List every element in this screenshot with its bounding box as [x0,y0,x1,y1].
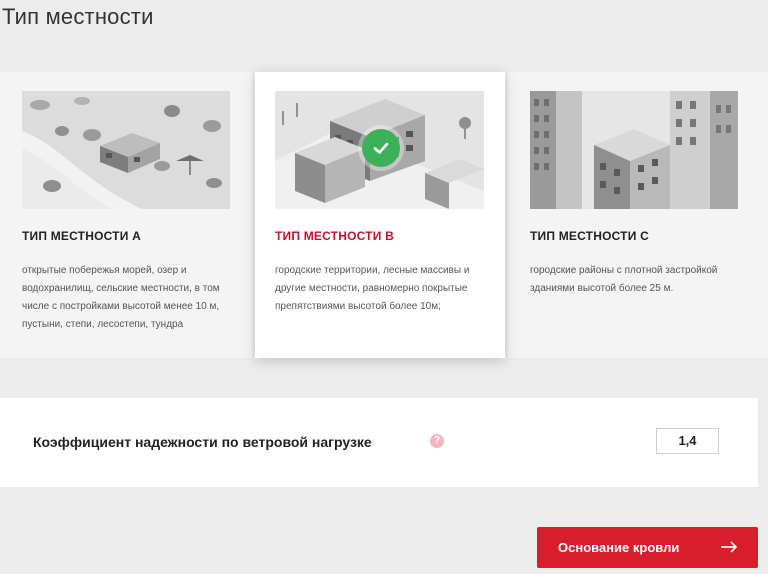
terrain-card-a[interactable]: ТИП МЕСТНОСТИ А открытые побережья морей… [0,72,252,358]
terrain-description-b: городские территории, лесные массивы и д… [275,265,470,312]
coefficient-label: Коэффициент надежности по ветровой нагру… [33,434,372,450]
help-icon[interactable]: ? [430,434,444,448]
terrain-heading-a: ТИП МЕСТНОСТИ А [22,229,141,243]
coastal-landscape-illustration [22,91,230,209]
terrain-description-a: открытые побережья морей, озер и водохра… [22,265,220,330]
next-step-label: Основание кровли [558,540,680,555]
terrain-heading-b: ТИП МЕСТНОСТИ В [275,229,394,243]
arrow-right-icon [720,538,738,556]
highrise-buildings-illustration [530,91,738,209]
terrain-card-b[interactable]: ТИП МЕСТНОСТИ В городские территории, ле… [255,72,505,358]
page-title: Тип местности [2,4,154,29]
terrain-options: ТИП МЕСТНОСТИ А открытые побережья морей… [0,72,768,358]
next-step-button[interactable]: Основание кровли [537,527,758,568]
terrain-heading-c: ТИП МЕСТНОСТИ С [530,229,649,243]
coefficient-value-field[interactable]: 1,4 [656,428,719,454]
page: Тип местности ТИП МЕСТНОСТИ А открытые п… [0,0,768,574]
terrain-card-c[interactable]: ТИП МЕСТНОСТИ С городские районы с плотн… [508,72,768,358]
selected-check-icon [362,129,400,167]
coefficient-panel: Коэффициент надежности по ветровой нагру… [0,398,758,487]
terrain-description-c: городские районы с плотной застройкой зд… [530,265,718,294]
